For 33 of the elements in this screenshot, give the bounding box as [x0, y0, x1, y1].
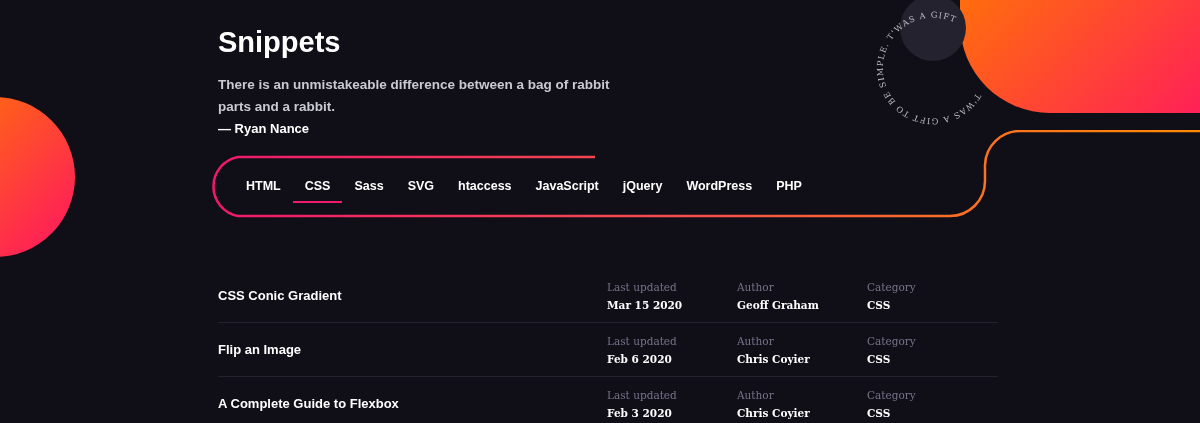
field-label: Last updated	[607, 280, 678, 293]
field-value: CSS	[867, 298, 892, 311]
field-value: Feb 3 2020	[607, 406, 673, 419]
field-value: Chris Coyier	[737, 352, 811, 365]
field-label: Author	[737, 280, 775, 293]
category-tab[interactable]: HTML	[234, 173, 293, 203]
field-value: CSS	[867, 352, 892, 365]
snippet-title-link[interactable]: A Complete Guide to Flexbox	[218, 396, 607, 411]
quote-author: — Ryan Nance	[218, 120, 310, 138]
quote-text: There is an unmistakeable difference between a bag of rabbit parts and a rabbit.	[218, 76, 611, 116]
category-tab[interactable]: CSS	[292, 173, 343, 203]
category-tab[interactable]: PHP	[764, 173, 814, 203]
field-label: Last updated	[607, 388, 678, 401]
category-tab[interactable]: WordPress	[674, 173, 765, 203]
category-tab[interactable]: htaccess	[446, 173, 524, 203]
field-label: Category	[867, 388, 917, 401]
category-tab[interactable]: Sass	[342, 173, 396, 203]
category-tab[interactable]: jQuery	[610, 173, 675, 203]
field-value: Mar 15 2020	[607, 298, 684, 311]
category-tab[interactable]: SVG	[395, 173, 447, 203]
field-value: Feb 6 2020	[607, 352, 673, 365]
field-value: Chris Coyier	[737, 406, 811, 419]
snippet-title-link[interactable]: Flip an Image	[218, 342, 607, 357]
category-tab[interactable]: JavaScript	[523, 173, 611, 203]
field-label: Author	[737, 388, 775, 401]
field-label: Category	[867, 280, 917, 293]
field-value: Geoff Graham	[737, 298, 820, 311]
page-title: Snippets	[218, 25, 341, 60]
field-label: Last updated	[607, 334, 678, 347]
field-value: CSS	[867, 406, 892, 419]
field-label: Author	[737, 334, 775, 347]
snippet-title-link[interactable]: CSS Conic Gradient	[218, 288, 607, 303]
field-label: Category	[867, 334, 917, 347]
